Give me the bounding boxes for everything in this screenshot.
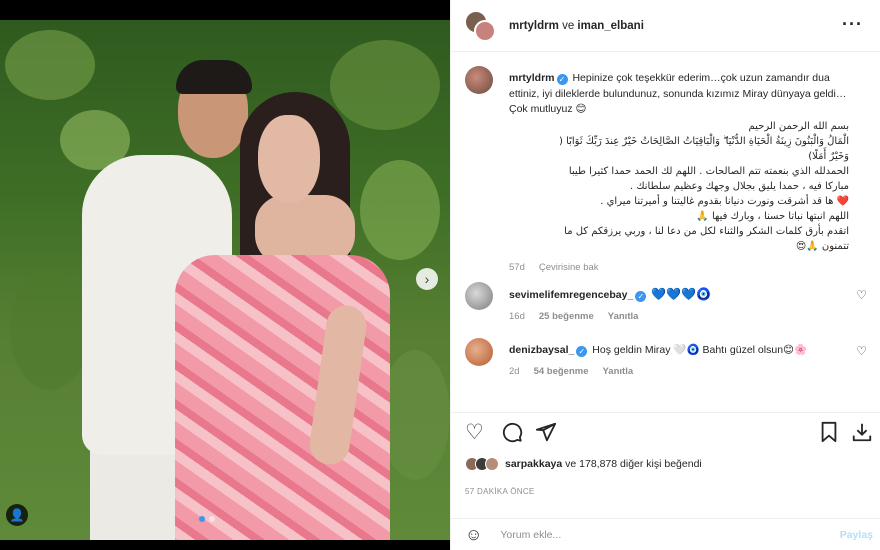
comment-like-heart-icon[interactable]: ♡ xyxy=(856,344,867,358)
comments-section: mrtyldrm ✓ Hepinize çok teşekkür ederim…ç… xyxy=(451,52,880,410)
comment-likes[interactable]: 25 beğenme xyxy=(539,309,594,325)
post-media: › 👤 xyxy=(0,0,450,550)
pink-floral-dress xyxy=(175,255,390,540)
more-horizontal-icon[interactable]: ··· xyxy=(842,14,863,35)
caption-username[interactable]: mrtyldrm xyxy=(509,72,555,84)
caption-arabic-line: الْمَالُ وَالْبَنُونَ زِينَةُ الْحَيَاةِ… xyxy=(558,135,849,147)
avatar[interactable] xyxy=(465,338,493,366)
reply-button[interactable]: Yanıtla xyxy=(608,309,639,325)
comment-age: 16d xyxy=(509,310,525,322)
collab-avatars[interactable] xyxy=(465,10,496,42)
chevron-right-icon[interactable]: › xyxy=(416,268,438,290)
liker-username[interactable]: sarpakkaya xyxy=(505,458,562,470)
foliage-shape xyxy=(10,270,90,390)
caption-arabic-text: بسم الله الرحمن الرحيم الْمَالُ وَالْبَنُ… xyxy=(509,119,849,254)
caption-arabic-line: اللهم انبتها نباتا حسنا ، وبارك فيها 🙏 xyxy=(696,210,849,222)
avatar xyxy=(474,19,496,42)
caption-arabic-line: مباركا فيه ، حمدا يليق بجلال وجهك وعظيم … xyxy=(629,180,849,192)
post-header: mrtyldrm ve iman_elbani ··· xyxy=(451,0,880,52)
caption-arabic-line: الحمدلله الذي بنعمته تتم الصالحات . الله… xyxy=(568,165,849,177)
caption-arabic-line: بسم الله الرحمن الرحيم xyxy=(748,120,849,132)
comment-text: Hoş geldin Miray 🤍🧿 Bahtı güzel olsun😊🌸 xyxy=(592,344,808,356)
carousel-dot xyxy=(209,516,215,522)
foliage-shape xyxy=(5,30,95,100)
heart-icon[interactable]: ♡ xyxy=(465,421,484,445)
carousel-dot-active xyxy=(199,516,205,522)
comment-age: 2d xyxy=(509,365,520,377)
foliage-shape xyxy=(360,160,440,260)
caption-meta: 57d Çevirisine bak xyxy=(509,260,849,276)
comment-like-heart-icon[interactable]: ♡ xyxy=(856,288,867,302)
caption-age: 57d xyxy=(509,261,525,273)
likes-count[interactable]: ve 178,878 diğer kişi beğendi xyxy=(565,458,702,470)
post-timestamp: 57 DAKİKA ÖNCE xyxy=(465,487,535,496)
author-link[interactable]: mrtyldrm xyxy=(509,20,559,32)
avatar[interactable] xyxy=(465,66,493,94)
comment-input[interactable] xyxy=(500,528,821,541)
woman-face xyxy=(258,115,320,203)
caption-arabic-line: تتمنون 🙏😍 xyxy=(795,240,849,252)
authors-connector: ve xyxy=(562,19,575,32)
avatar xyxy=(485,457,499,471)
foliage-shape xyxy=(380,350,450,480)
comment-username[interactable]: denizbaysal_ xyxy=(509,344,574,356)
post-actions: ♡ xyxy=(451,412,880,456)
likes-summary: sarpakkaya ve 178,878 diğer kişi beğendi xyxy=(465,457,702,471)
caption-arabic-line: ❤️ ها قد أشرقت ونورت دنيانا بقدوم غاليتن… xyxy=(600,195,849,207)
man-hair xyxy=(176,60,252,94)
comment-icon[interactable] xyxy=(501,421,523,446)
comment-text: 💙💙💙🧿 xyxy=(651,287,712,301)
reply-button[interactable]: Yanıtla xyxy=(603,364,634,380)
verified-badge-icon: ✓ xyxy=(576,346,588,357)
avatar[interactable] xyxy=(465,282,493,310)
comment-username[interactable]: sevimelifemregencebay_ xyxy=(509,289,633,301)
author-link[interactable]: iman_elbani xyxy=(577,20,643,32)
verified-badge-icon: ✓ xyxy=(556,74,568,85)
comment-meta: 2d 54 beğenme Yanıtla xyxy=(509,364,849,380)
foliage-shape xyxy=(330,40,440,130)
bookmark-icon[interactable] xyxy=(819,421,839,446)
post-photo[interactable] xyxy=(0,20,450,540)
send-icon[interactable] xyxy=(535,421,557,446)
caption-arabic-line: وَخَيْرٌ أَمَلًا) xyxy=(808,150,849,162)
post-comment-button[interactable]: Paylaş xyxy=(840,529,873,541)
see-translation-link[interactable]: Çevirisine bak xyxy=(539,260,599,276)
caption-arabic-line: اتقدم بأرق كلمات الشكر والثناء لكل من دع… xyxy=(564,225,849,237)
post-sidebar: mrtyldrm ve iman_elbani ··· mrtyldrm ✓ He… xyxy=(450,0,880,550)
comment-likes[interactable]: 54 beğenme xyxy=(534,364,589,380)
user-tag-icon[interactable]: 👤 xyxy=(6,504,28,526)
download-icon[interactable] xyxy=(851,421,873,446)
post-authors: mrtyldrm ve iman_elbani xyxy=(509,20,644,32)
verified-badge-icon: ✓ xyxy=(635,291,647,302)
add-comment-bar: ☺ Paylaş xyxy=(451,518,880,550)
emoji-icon[interactable]: ☺ xyxy=(465,525,482,545)
comment-meta: 16d 25 beğenme Yanıtla xyxy=(509,309,849,325)
likes-text[interactable]: sarpakkaya ve 178,878 diğer kişi beğendi xyxy=(505,458,702,470)
carousel-dots xyxy=(199,516,215,522)
